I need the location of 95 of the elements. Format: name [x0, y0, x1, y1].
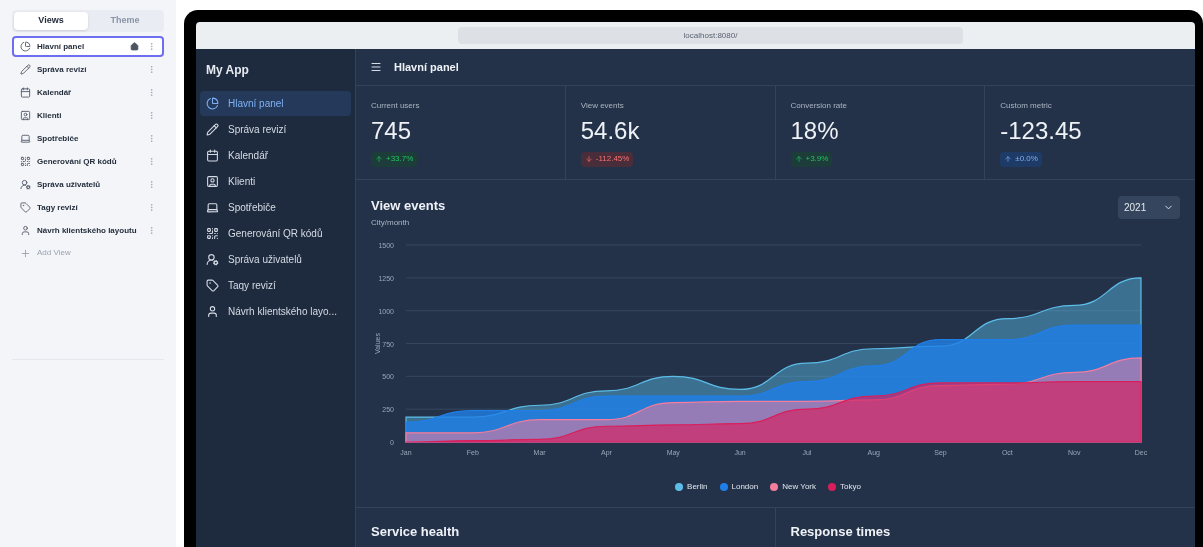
view-label: Hlavní panel [37, 40, 86, 53]
more-options-icon[interactable] [147, 203, 156, 212]
user-icon [20, 225, 31, 236]
qr-code-icon [20, 156, 31, 167]
metric-value: 54.6k [580, 116, 641, 146]
panel-tab[interactable]: Views [14, 12, 88, 30]
view-label: Kalendář [37, 86, 73, 99]
nav-label: Taqy revizí [228, 279, 276, 293]
view-list-item[interactable]: Kalendář [12, 82, 164, 103]
arrow-down-icon [584, 155, 593, 163]
user-icon [206, 305, 219, 318]
calendar-icon [206, 149, 219, 162]
change-badge: ±0.0% [1000, 151, 1042, 167]
calendar-icon [20, 87, 31, 98]
metric-label: Current users [371, 100, 421, 112]
view-list-item[interactable]: Generování QR kódů [12, 151, 164, 172]
view-label: Návrh klientského layoutu [37, 224, 138, 237]
change-badge: -112.45% [580, 151, 634, 167]
view-list-item[interactable]: Správa uživatelů [12, 174, 164, 195]
pencil-icon [206, 123, 219, 136]
nav-item[interactable]: Správa revizí [200, 117, 351, 142]
view-label: Klienti [37, 109, 63, 122]
more-options-icon[interactable] [147, 226, 156, 235]
view-list-item[interactable]: Hlavní panel [12, 36, 164, 57]
nav-label: Kalendář [228, 149, 269, 163]
qr-code-icon [206, 227, 219, 240]
panel-title: Service health [371, 523, 461, 541]
contact-card-icon [206, 175, 219, 188]
legend-label: New York [782, 480, 816, 493]
more-options-icon[interactable] [147, 180, 156, 189]
metric-label: Conversion rate [790, 100, 848, 112]
app-title: My App [205, 61, 250, 79]
plus-icon [20, 247, 31, 259]
nav-label: Návrh klientského layo... [228, 305, 337, 319]
pencil-icon [20, 64, 31, 75]
metric-value: 18% [790, 116, 840, 146]
metric-label: View events [580, 100, 625, 112]
nav-item[interactable]: Generování QR kódů [200, 221, 351, 246]
view-label: Správa uživatelů [37, 178, 102, 191]
nav-label: Správa revizí [228, 123, 287, 137]
tag-icon [20, 202, 31, 213]
nav-label: Hlavní panel [228, 97, 284, 111]
view-label: Správa revizí [37, 63, 88, 76]
change-badge: +3.9% [790, 151, 833, 167]
change-badge: +33.7% [371, 151, 418, 167]
page-title: Hlavní panel [394, 59, 459, 75]
legend-label: London [731, 480, 759, 493]
panel-title: Response times [790, 523, 892, 541]
more-options-icon[interactable] [147, 111, 156, 120]
nav-item[interactable]: Klienti [200, 169, 351, 194]
laptop-icon [20, 133, 31, 144]
nav-label: Správa uživatelů [228, 253, 302, 267]
nav-label: Klienti [228, 175, 256, 189]
view-label: Spotřebiče [37, 132, 80, 145]
pie-chart-icon [206, 97, 219, 110]
chart-title: View events [371, 197, 446, 215]
view-list-item[interactable]: Návrh klientského layoutu [12, 220, 164, 241]
user-gear-icon [206, 253, 219, 266]
metric-label: Custom metric [1000, 100, 1053, 112]
tag-icon [206, 279, 219, 292]
nav-item[interactable]: Správa uživatelů [200, 247, 351, 272]
arrow-up-icon [1004, 155, 1013, 163]
legend-label: Berlin [687, 480, 708, 493]
more-options-icon[interactable] [147, 42, 156, 51]
menu-icon[interactable] [370, 61, 382, 73]
user-gear-icon [20, 179, 31, 190]
legend-label: Tokyo [840, 480, 861, 493]
contact-card-icon [20, 110, 31, 121]
arrow-up-icon [794, 155, 803, 163]
more-options-icon[interactable] [147, 88, 156, 97]
metric-value: -123.45 [1000, 116, 1083, 146]
view-list-item[interactable]: Klienti [12, 105, 164, 126]
metric-value: 745 [371, 116, 413, 146]
more-options-icon[interactable] [147, 65, 156, 74]
home-icon [130, 42, 139, 51]
more-options-icon[interactable] [147, 157, 156, 166]
nav-label: Spotřebiče [228, 201, 276, 215]
view-label: Generování QR kódů [37, 155, 118, 168]
nav-item[interactable]: Hlavní panel [200, 91, 351, 116]
view-list-item[interactable]: Spotřebiče [12, 128, 164, 149]
laptop-icon [206, 201, 219, 214]
year-select[interactable]: 2021 [1118, 196, 1180, 219]
view-label: Tagy revizí [37, 201, 79, 214]
address-field[interactable]: localhost:8080/ [458, 27, 963, 44]
pie-chart-icon [20, 41, 31, 52]
view-list-item[interactable]: Správa revizí [12, 59, 164, 80]
nav-item[interactable]: Taqy revizí [200, 273, 351, 298]
nav-item[interactable]: Kalendář [200, 143, 351, 168]
arrow-up-icon [375, 155, 383, 163]
chart-subtitle: City/month [371, 216, 411, 229]
view-list-item[interactable]: Tagy revizí [12, 197, 164, 218]
nav-label: Generování QR kódů [228, 227, 323, 241]
more-options-icon[interactable] [147, 134, 156, 143]
nav-item[interactable]: Spotřebiče [200, 195, 351, 220]
nav-item[interactable]: Návrh klientského layo... [200, 299, 351, 324]
